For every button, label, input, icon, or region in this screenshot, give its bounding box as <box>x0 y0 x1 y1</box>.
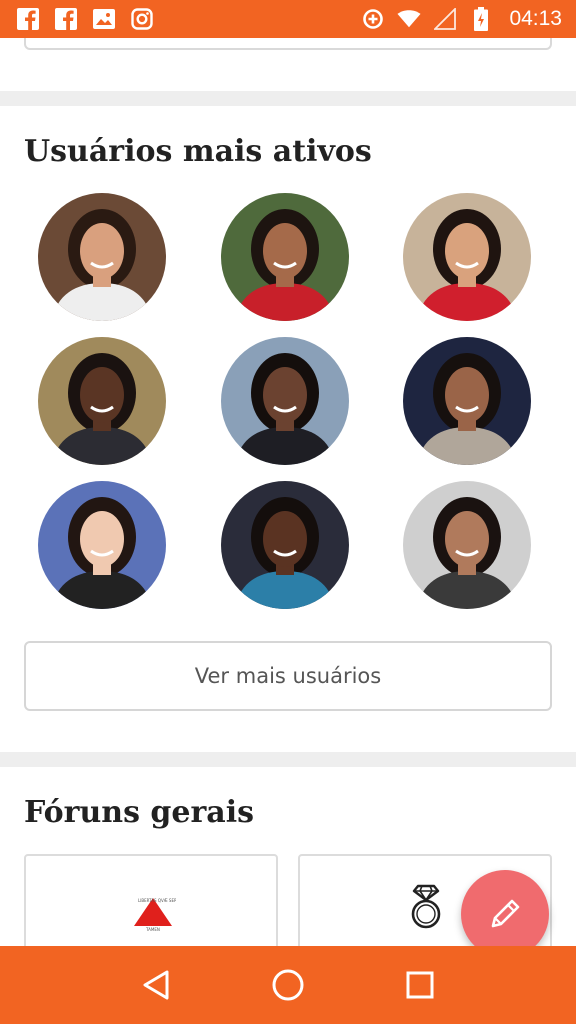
facebook-icon <box>16 7 40 31</box>
facebook-icon <box>54 7 78 31</box>
user-avatar[interactable] <box>38 337 166 465</box>
svg-text:TAMEN: TAMEN <box>145 927 160 932</box>
forums-section-title: Fóruns gerais <box>24 795 255 830</box>
notification-icons <box>16 7 154 31</box>
gallery-icon <box>92 7 116 31</box>
back-icon[interactable] <box>126 955 186 1015</box>
svg-text:LIBERTAS QVÆ SERA: LIBERTAS QVÆ SERA <box>138 898 176 903</box>
users-section-title: Usuários mais ativos <box>24 134 372 169</box>
battery-charging-icon <box>469 7 493 31</box>
pencil-icon <box>491 899 520 928</box>
see-more-users-button[interactable]: Ver mais usuários <box>24 641 552 711</box>
wifi-icon <box>397 7 421 31</box>
user-avatar[interactable] <box>221 193 349 321</box>
user-avatar[interactable] <box>403 193 531 321</box>
user-avatar[interactable] <box>38 193 166 321</box>
signal-icon <box>433 7 457 31</box>
section-divider <box>0 91 576 106</box>
previous-card-edge <box>24 38 552 50</box>
user-avatar[interactable] <box>403 481 531 609</box>
recents-icon[interactable] <box>390 955 450 1015</box>
system-icons: 04:13 <box>361 7 562 31</box>
status-bar: 04:13 <box>0 0 576 38</box>
clock: 04:13 <box>509 7 562 30</box>
scroll-content[interactable]: Usuários mais ativos Ver mais usuários F… <box>0 38 576 946</box>
forum-card-1[interactable]: LIBERTAS QVÆ SERA TAMEN <box>24 854 278 946</box>
user-avatar[interactable] <box>221 337 349 465</box>
user-avatar[interactable] <box>38 481 166 609</box>
instagram-icon <box>130 7 154 31</box>
section-divider <box>0 752 576 767</box>
ring-icon <box>411 884 441 929</box>
navigation-bar <box>0 946 576 1024</box>
user-avatar[interactable] <box>403 337 531 465</box>
home-icon[interactable] <box>258 955 318 1015</box>
state-flag-icon: LIBERTAS QVÆ SERA TAMEN <box>130 892 176 932</box>
user-avatar[interactable] <box>221 481 349 609</box>
data-saver-icon <box>361 7 385 31</box>
